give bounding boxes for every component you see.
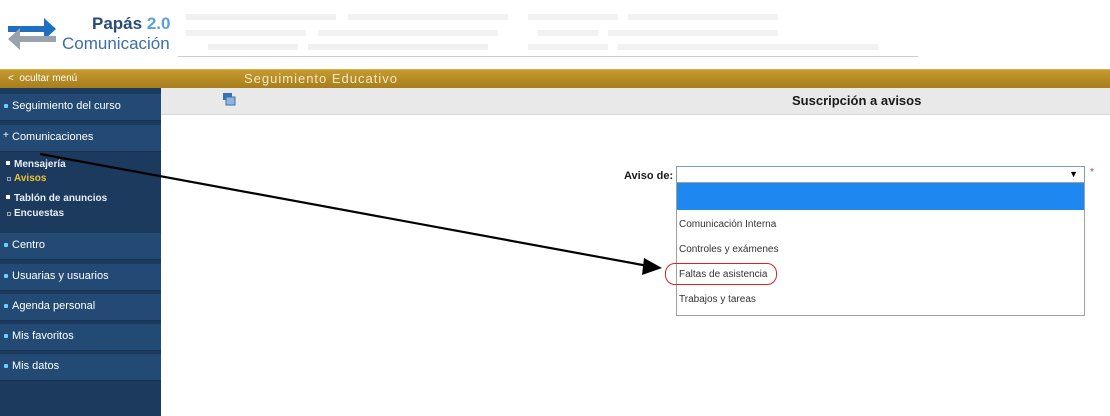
sidebar-item-label: Usuarias y usuarios bbox=[12, 270, 109, 282]
sidebar-subitem-avisos[interactable]: Avisos bbox=[0, 172, 161, 186]
arrows-logo-icon bbox=[8, 18, 56, 50]
sidebar-item-centro[interactable]: Centro bbox=[0, 233, 161, 260]
sidebar-item-agenda[interactable]: Agenda personal bbox=[0, 294, 161, 321]
chevron-down-icon: ▼ bbox=[1069, 169, 1078, 179]
bullet-icon bbox=[4, 364, 8, 368]
sidebar-subitem-label: Encuestas bbox=[14, 208, 65, 219]
content-title-bar: Suscripción a avisos bbox=[161, 88, 1110, 115]
top-nav-bar: < ocultar menú Seguimiento Educativo bbox=[0, 69, 1110, 89]
app-header: Papás 2.0 Comunicación bbox=[0, 0, 1110, 68]
sidebar-item-mis-datos[interactable]: Mis datos bbox=[0, 354, 161, 381]
bullet-icon bbox=[6, 195, 10, 199]
sidebar-item-label: Mis favoritos bbox=[12, 330, 74, 342]
required-mark: * bbox=[1090, 167, 1094, 178]
bullet-icon bbox=[7, 177, 11, 181]
brand-title: Papás 2.0 bbox=[92, 14, 171, 33]
sidebar-item-label: Seguimiento del curso bbox=[12, 100, 121, 112]
bullet-icon bbox=[4, 274, 8, 278]
sidebar-item-usuarios[interactable]: Usuarias y usuarios bbox=[0, 264, 161, 291]
user-info-blurred bbox=[178, 10, 918, 62]
page-title: Suscripción a avisos bbox=[792, 93, 922, 108]
sidebar-subitem-label: Mensajería bbox=[14, 159, 66, 170]
sidebar-subitem-mensajeria[interactable]: Mensajería bbox=[0, 158, 161, 172]
sidebar-subitem-encuestas[interactable]: Encuestas bbox=[0, 207, 161, 221]
sidebar-item-label: Mis datos bbox=[12, 360, 60, 372]
print-icon[interactable] bbox=[222, 92, 236, 106]
aviso-label: Aviso de: bbox=[624, 170, 674, 182]
sidebar-item-label: Agenda personal bbox=[12, 300, 96, 312]
sidebar-item-comunicaciones[interactable]: + Comunicaciones bbox=[0, 125, 161, 152]
dropdown-option-empty[interactable] bbox=[677, 183, 1084, 210]
dropdown-option[interactable]: Faltas de asistencia bbox=[679, 269, 1079, 287]
dropdown-option[interactable]: Trabajos y tareas bbox=[679, 294, 1079, 312]
bullet-icon bbox=[7, 212, 11, 216]
sidebar-item-favoritos[interactable]: Mis favoritos bbox=[0, 324, 161, 351]
bullet-icon bbox=[4, 304, 8, 308]
bullet-icon bbox=[6, 161, 10, 165]
bullet-icon bbox=[4, 243, 8, 247]
dropdown-option[interactable]: Controles y exámenes bbox=[679, 244, 1079, 262]
sidebar: Seguimiento del curso + Comunicaciones M… bbox=[0, 88, 161, 416]
sidebar-subitem-tablon[interactable]: Tablón de anuncios bbox=[0, 192, 161, 206]
app-logo[interactable]: Papás 2.0 Comunicación bbox=[6, 10, 170, 58]
sidebar-subitem-label: Tablón de anuncios bbox=[14, 193, 108, 204]
expand-icon: + bbox=[3, 130, 9, 141]
bullet-icon bbox=[4, 334, 8, 338]
sidebar-subitem-label: Avisos bbox=[14, 173, 47, 184]
hide-menu-link[interactable]: < ocultar menú bbox=[8, 73, 77, 84]
dropdown-option[interactable]: Comunicación Interna bbox=[679, 219, 1079, 237]
sidebar-item-seguimiento[interactable]: Seguimiento del curso bbox=[0, 94, 161, 121]
aviso-dropdown-list: Comunicación Interna Controles y exámene… bbox=[676, 182, 1085, 316]
brand-subtitle: Comunicación bbox=[62, 34, 170, 53]
section-title: Seguimiento Educativo bbox=[244, 71, 398, 86]
sidebar-item-label: Centro bbox=[12, 239, 46, 251]
bullet-icon bbox=[4, 104, 8, 108]
sidebar-item-label: Comunicaciones bbox=[12, 131, 94, 143]
